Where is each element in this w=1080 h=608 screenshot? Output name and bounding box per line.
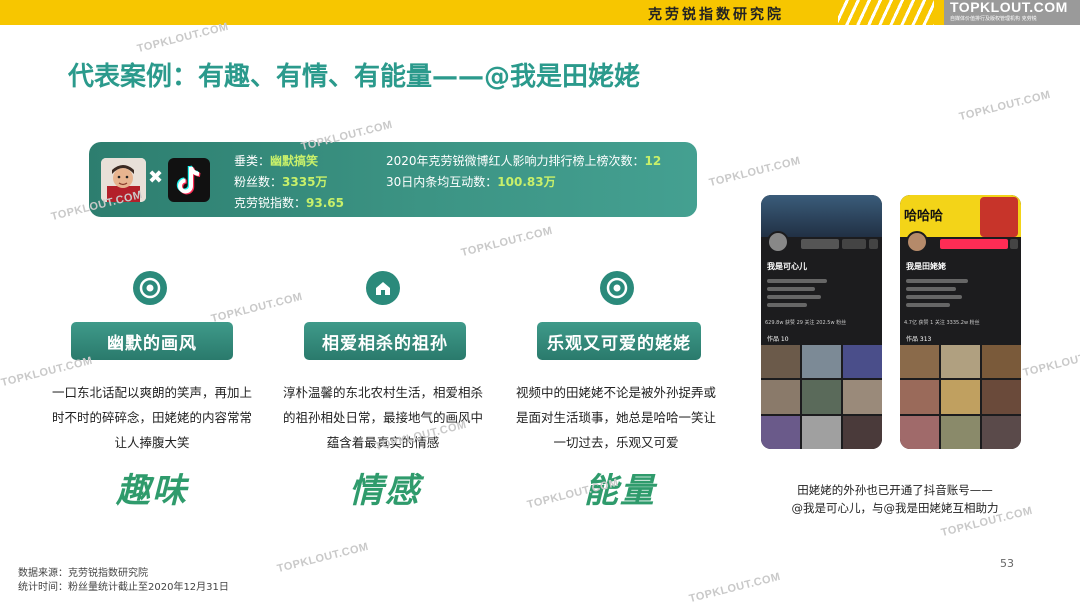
target-icon <box>600 271 634 305</box>
phone-caption-line1: 田姥姥的外孙也已开通了抖音账号—— <box>797 483 993 497</box>
bio-line <box>767 279 827 283</box>
video-thumb <box>802 415 841 449</box>
page-number: 53 <box>1000 557 1014 570</box>
bio-line <box>906 279 968 283</box>
keyword-fun: 趣味 <box>116 471 188 511</box>
target-icon <box>133 271 167 305</box>
interaction-stat: 30日内条均互动数：100.83万 <box>386 173 556 190</box>
tiktok-logo-icon <box>168 158 210 202</box>
video-thumb <box>900 345 939 379</box>
bio-line <box>767 287 815 291</box>
times-icon: ✖ <box>148 167 164 188</box>
profile-name: 我是田姥姥 <box>906 262 946 271</box>
video-thumb <box>761 380 800 414</box>
logo-subtext: 自媒体价值排行及版权管理机构 克劳锐 <box>950 16 1037 22</box>
watermark: TOPKLOUT.COM <box>135 20 230 56</box>
house-icon <box>366 271 400 305</box>
follow-button <box>940 239 1008 249</box>
stat-time: 统计时间：粉丝量统计截止至2020年12月31日 <box>18 582 229 593</box>
feature-pill-humor: 幽默的画风 <box>71 322 233 360</box>
feature-desc-humor: 一口东北话配以爽朗的笑声，再加上时不时的碎碎念，田姥姥的内容常常让人捧腹大笑 <box>52 385 253 450</box>
profile-stats: 629.8w 获赞 29 关注 202.5w 粉丝 <box>765 320 847 326</box>
video-thumb <box>843 415 882 449</box>
works-tab: 作品 10 <box>767 336 789 343</box>
bio-line <box>906 295 962 299</box>
bio-line <box>767 295 821 299</box>
interaction-label: 30日内条均互动数： <box>386 175 498 189</box>
profile-stats: 4.7亿 获赞 1 关注 3335.2w 粉丝 <box>904 320 980 326</box>
video-thumb <box>941 415 980 449</box>
watermark: TOPKLOUT.COM <box>1021 344 1080 380</box>
data-source: 数据来源：克劳锐指数研究院 <box>18 568 148 579</box>
phone-screenshot-grandma: 哈哈哈 我是田姥姥 4.7亿 获赞 1 关注 3335.2w 粉丝 作品 313 <box>900 195 1021 449</box>
video-thumb <box>761 415 800 449</box>
video-thumb <box>802 380 841 414</box>
avatar <box>767 231 789 253</box>
feature-desc-optimism: 视频中的田姥姥不论是被外孙捉弄或是面对生活琐事，她总是哈哈一笑让一切过去，乐观又… <box>516 385 717 450</box>
watermark: TOPKLOUT.COM <box>687 570 782 606</box>
more-button <box>1010 239 1018 249</box>
watermark: TOPKLOUT.COM <box>459 224 554 260</box>
video-thumb <box>941 345 980 379</box>
video-grid <box>761 345 882 449</box>
rank-stat: 2020年克劳锐微博红人影响力排行榜上榜次数：12 <box>386 152 661 169</box>
feature-pill-optimism: 乐观又可爱的姥姥 <box>537 322 701 360</box>
message-button <box>842 239 866 249</box>
profile-name: 我是可心儿 <box>767 262 807 271</box>
category-stat: 垂类：幽默搞笑 <box>234 152 318 169</box>
page-title: 代表案例：有趣、有情、有能量——@我是田姥姥 <box>68 62 641 92</box>
phone-screenshot-grandson: 我是可心儿 629.8w 获赞 29 关注 202.5w 粉丝 作品 10 <box>761 195 882 449</box>
video-thumb <box>900 380 939 414</box>
avatar <box>906 231 928 253</box>
bio-line <box>906 303 950 307</box>
fans-value: 3335万 <box>282 175 328 189</box>
org-name: 克劳锐指数研究院 <box>648 7 784 23</box>
watermark: TOPKLOUT.COM <box>209 290 304 326</box>
bio-line <box>906 287 956 291</box>
follow-button <box>801 239 839 249</box>
rank-label: 2020年克劳锐微博红人影响力排行榜上榜次数： <box>386 154 645 168</box>
video-thumb <box>843 380 882 414</box>
video-thumb <box>802 345 841 379</box>
video-grid <box>900 345 1021 449</box>
video-thumb <box>982 380 1021 414</box>
rank-value: 12 <box>644 154 662 168</box>
logo-text: TOPKLOUT.COM <box>950 0 1068 15</box>
index-stat: 克劳锐指数：93.65 <box>234 194 344 211</box>
video-thumb <box>843 345 882 379</box>
bio-line <box>767 303 807 307</box>
category-value: 幽默搞笑 <box>270 154 319 168</box>
more-button <box>869 239 878 249</box>
cover-photo <box>980 197 1018 237</box>
fans-stat: 粉丝数：3335万 <box>234 173 327 190</box>
index-value: 93.65 <box>306 196 344 210</box>
index-label: 克劳锐指数： <box>234 196 307 210</box>
works-tab: 作品 313 <box>906 336 932 343</box>
decorative-stripes <box>838 0 934 25</box>
category-label: 垂类： <box>234 154 271 168</box>
interaction-value: 100.83万 <box>497 175 556 189</box>
fans-label: 粉丝数： <box>234 175 283 189</box>
feature-pill-family: 相爱相杀的祖孙 <box>304 322 466 360</box>
watermark: TOPKLOUT.COM <box>707 154 802 190</box>
video-thumb <box>982 345 1021 379</box>
keyword-emotion: 情感 <box>349 471 421 511</box>
watermark: TOPKLOUT.COM <box>275 540 370 576</box>
video-thumb <box>900 415 939 449</box>
cover-banner-text: 哈哈哈 <box>904 209 944 224</box>
video-thumb <box>941 380 980 414</box>
watermark: TOPKLOUT.COM <box>957 88 1052 124</box>
video-thumb <box>982 415 1021 449</box>
video-thumb <box>761 345 800 379</box>
